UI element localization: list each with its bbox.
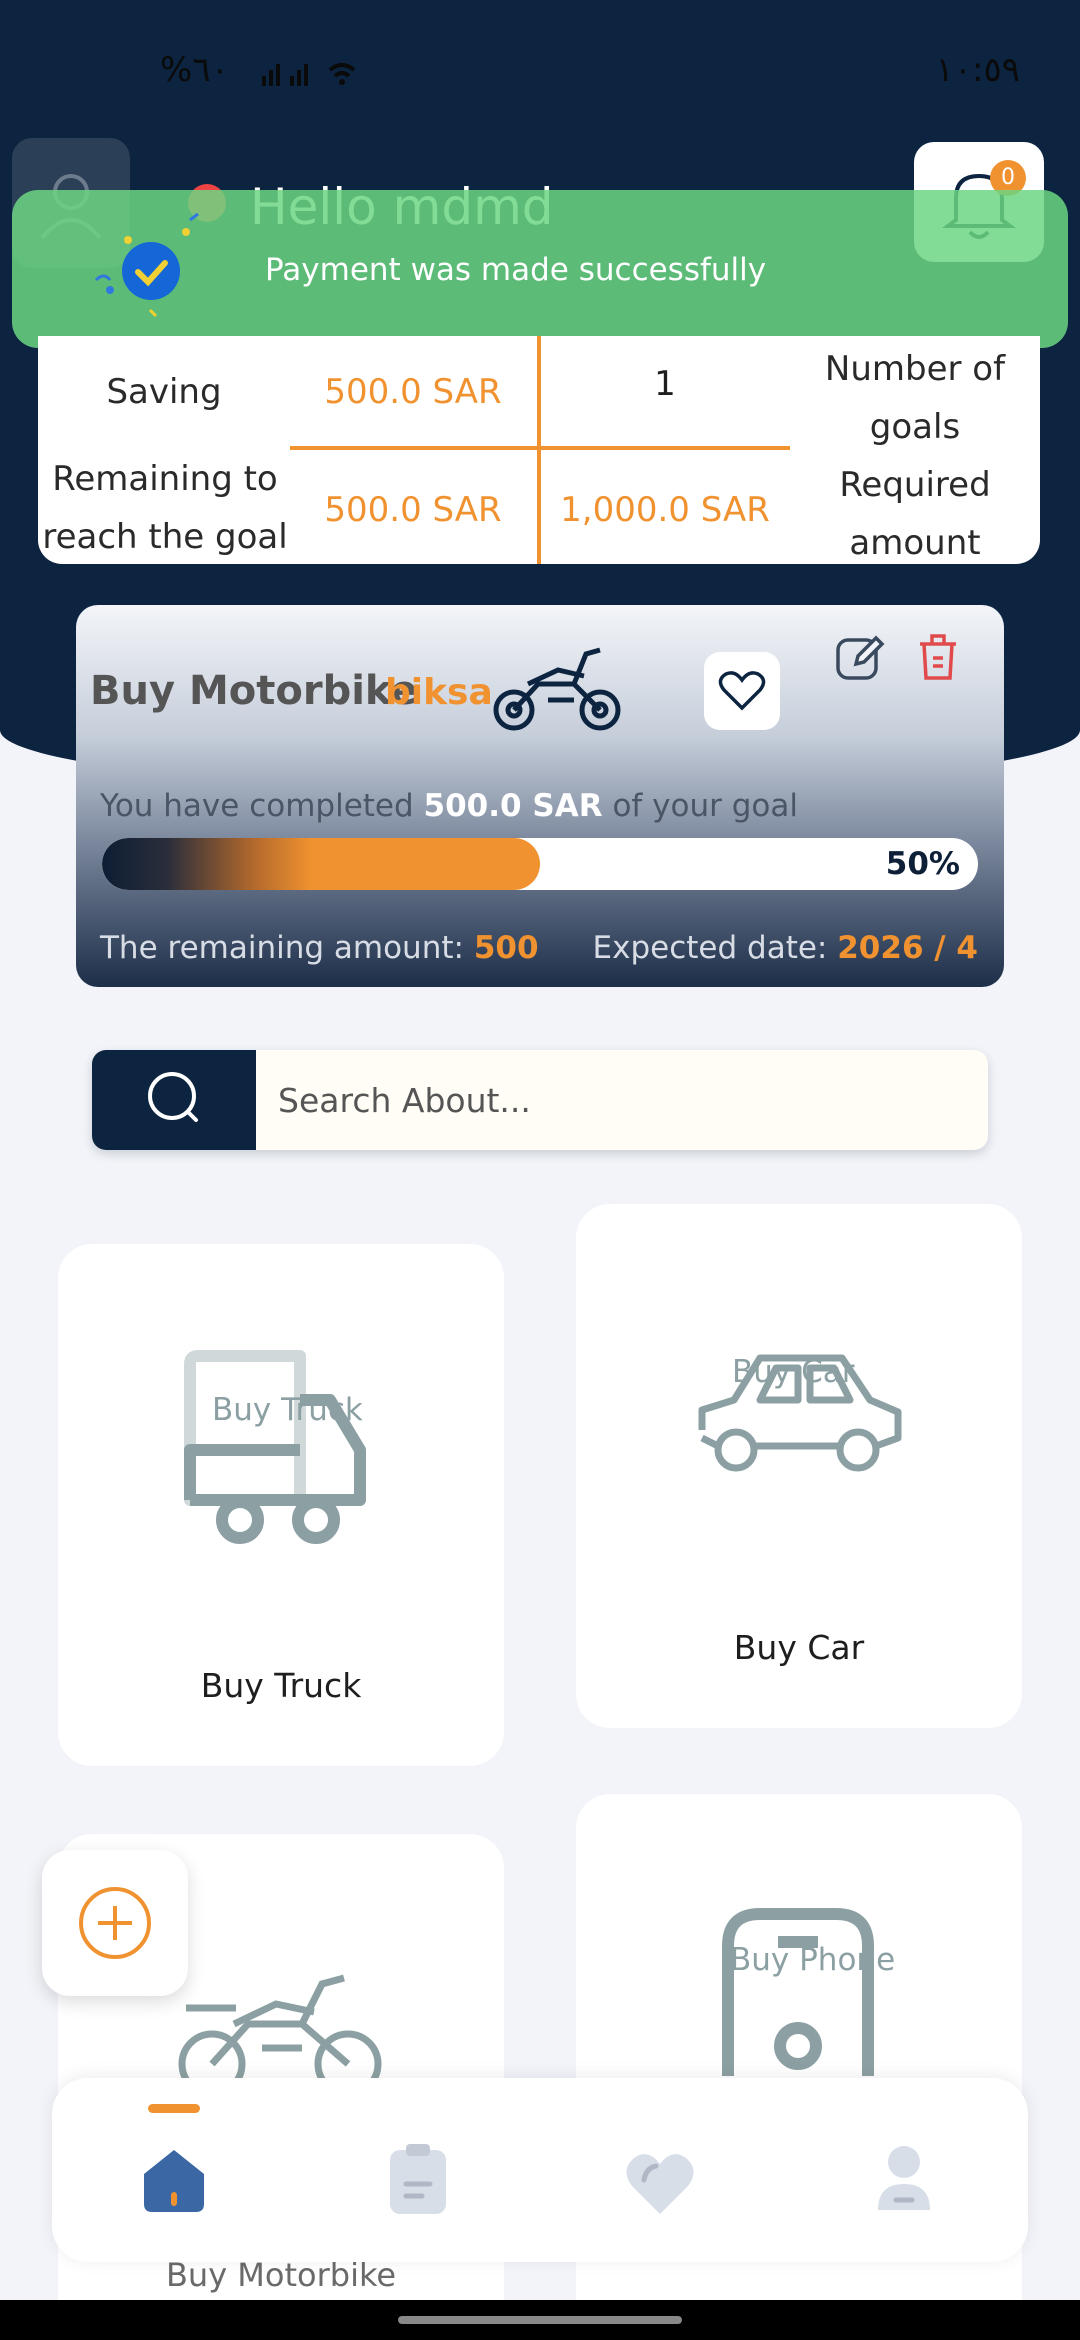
nav-active-indicator bbox=[148, 2104, 200, 2113]
stats-divider-horizontal bbox=[290, 446, 790, 450]
search-input[interactable] bbox=[256, 1050, 988, 1150]
truck-watermark: Buy Truck bbox=[212, 1392, 363, 1428]
status-bar: %٦٠ ١٠:٥٩ bbox=[0, 0, 1080, 140]
favorite-button[interactable] bbox=[704, 652, 780, 730]
search-icon bbox=[148, 1072, 198, 1122]
goal-progress-text: You have completed 500.0 SAR of your goa… bbox=[100, 788, 798, 824]
add-goal-button[interactable] bbox=[42, 1850, 188, 1996]
remaining-amount-value: 500 bbox=[473, 930, 539, 966]
required-value: 1,000.0 SAR bbox=[560, 490, 770, 530]
category-label-car: Buy Car bbox=[733, 1628, 865, 1667]
nav-home-icon[interactable] bbox=[134, 2140, 214, 2220]
plus-circle-icon bbox=[79, 1887, 151, 1959]
goals-count: 1 bbox=[654, 364, 676, 404]
status-battery-text: %٦٠ bbox=[160, 50, 229, 90]
remaining-value: 500.0 SAR bbox=[324, 490, 502, 530]
phone-icon bbox=[722, 1908, 874, 2076]
goal-progress-percent: 50% bbox=[885, 846, 960, 882]
motorbike-outline-icon bbox=[178, 1974, 382, 2078]
saving-label: Saving bbox=[106, 372, 222, 412]
goal-progress-fill bbox=[102, 838, 540, 890]
category-label-truck: Buy Truck bbox=[200, 1666, 362, 1705]
edit-icon[interactable] bbox=[834, 630, 888, 684]
motorbike-icon bbox=[493, 647, 621, 731]
goal-progress-bar: 50% bbox=[102, 838, 978, 890]
required-label: Required amount bbox=[839, 465, 991, 563]
delete-icon[interactable] bbox=[914, 630, 962, 684]
completed-prefix: You have completed bbox=[100, 788, 414, 824]
expected-date-value: 2026 / 4 bbox=[837, 930, 978, 966]
completed-amount: 500.0 SAR bbox=[423, 788, 603, 824]
home-gesture-handle[interactable] bbox=[398, 2316, 682, 2324]
remaining-label: Remaining to reach the goal bbox=[42, 459, 288, 557]
nav-favorites-icon[interactable] bbox=[620, 2140, 700, 2220]
check-circle-icon bbox=[122, 242, 180, 300]
stats-divider-vertical bbox=[537, 336, 541, 564]
signal-icon bbox=[262, 63, 356, 86]
goal-tag: biksa bbox=[385, 672, 493, 713]
status-time: ١٠:٥٩ bbox=[935, 50, 1020, 90]
remaining-amount: The remaining amount: 500 bbox=[100, 930, 539, 966]
nav-goals-icon[interactable] bbox=[378, 2140, 458, 2220]
search-bar bbox=[92, 1050, 988, 1150]
completed-suffix: of your goal bbox=[612, 788, 798, 824]
goal-title: Buy Motorbike bbox=[90, 668, 418, 714]
saving-value: 500.0 SAR bbox=[324, 372, 502, 412]
remaining-amount-label: The remaining amount: bbox=[100, 930, 464, 966]
heart-icon bbox=[718, 671, 766, 711]
car-watermark: Buy Car bbox=[732, 1354, 855, 1390]
truck-icon bbox=[184, 1350, 366, 1544]
toast-message: Payment was made successfully bbox=[265, 252, 767, 288]
search-button[interactable] bbox=[92, 1050, 256, 1150]
expected-date-label: Expected date: bbox=[592, 930, 828, 966]
phone-watermark: Buy Phone bbox=[730, 1942, 896, 1978]
nav-profile-icon[interactable] bbox=[864, 2140, 944, 2220]
expected-date: Expected date: 2026 / 4 bbox=[593, 930, 978, 966]
goals-label: Number of goals bbox=[824, 349, 1006, 447]
